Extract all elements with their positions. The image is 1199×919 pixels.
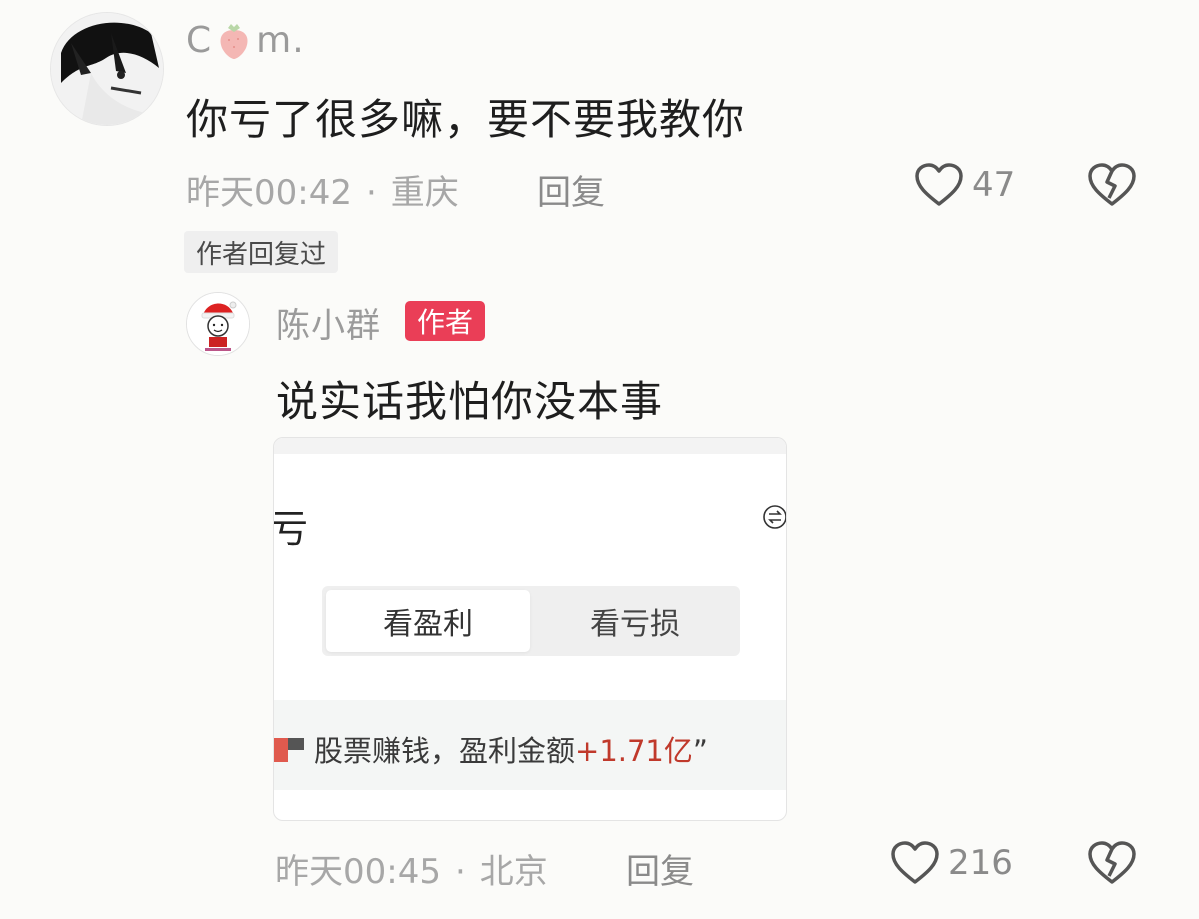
comment-time: 昨天00:42: [186, 173, 352, 213]
stock-summary-label: 股票赚钱，盈利金额: [314, 734, 576, 768]
stock-summary-quote: ”: [692, 734, 708, 768]
heart-outline-icon: [891, 841, 939, 884]
flag-icon: [274, 738, 304, 762]
tab-loss[interactable]: 看亏损: [530, 590, 740, 652]
like-count: 47: [972, 165, 1016, 205]
author-avatar[interactable]: [186, 292, 250, 356]
card-top-strip: [274, 438, 786, 454]
reply-location: 北京: [479, 852, 548, 892]
reply-time: 昨天00:45: [275, 852, 441, 892]
username-suffix: m.: [256, 20, 305, 61]
stock-profit-amount: +1.71亿: [575, 734, 693, 768]
like-button[interactable]: 47: [914, 162, 1015, 208]
swap-icon[interactable]: [762, 504, 786, 534]
dislike-button[interactable]: [1086, 162, 1138, 212]
image-attachment[interactable]: 亏 看盈利 看亏损 股票赚钱，盈利金额+1.71亿”: [273, 437, 787, 821]
card-cropped-title: 亏: [273, 507, 309, 551]
like-button[interactable]: 216: [890, 840, 1013, 886]
reply-button[interactable]: 回复: [537, 165, 605, 214]
like-count: 216: [948, 843, 1013, 883]
broken-heart-icon: [1088, 841, 1136, 884]
tab-profit[interactable]: 看盈利: [326, 590, 530, 652]
reply-username[interactable]: 陈小群: [276, 298, 381, 347]
comment-text: 你亏了很多嘛，要不要我教你: [186, 95, 746, 144]
reply-button[interactable]: 回复: [626, 844, 694, 893]
author-replied-tag[interactable]: 作者回复过: [184, 231, 339, 273]
comment-username[interactable]: C m.: [186, 20, 305, 61]
username-prefix: C: [186, 20, 213, 61]
author-badge: 作者: [405, 301, 486, 341]
meta-separator: ·: [454, 852, 466, 892]
santa-avatar-illustration: [187, 293, 249, 355]
dislike-button[interactable]: [1086, 840, 1138, 890]
comment-location: 重庆: [390, 173, 459, 213]
meta-separator: ·: [365, 173, 377, 213]
heart-outline-icon: [915, 163, 963, 206]
strawberry-icon: [220, 23, 248, 59]
broken-heart-icon: [1088, 163, 1136, 206]
reply-meta: 昨天00:45 · 北京: [275, 844, 548, 893]
avatar-illustration: [51, 13, 163, 125]
comment-meta: 昨天00:42 · 重庆: [186, 165, 459, 214]
stock-summary: 股票赚钱，盈利金额+1.71亿”: [314, 728, 708, 770]
reply-text: 说实话我怕你没本事: [276, 377, 664, 426]
user-avatar[interactable]: [50, 12, 164, 126]
